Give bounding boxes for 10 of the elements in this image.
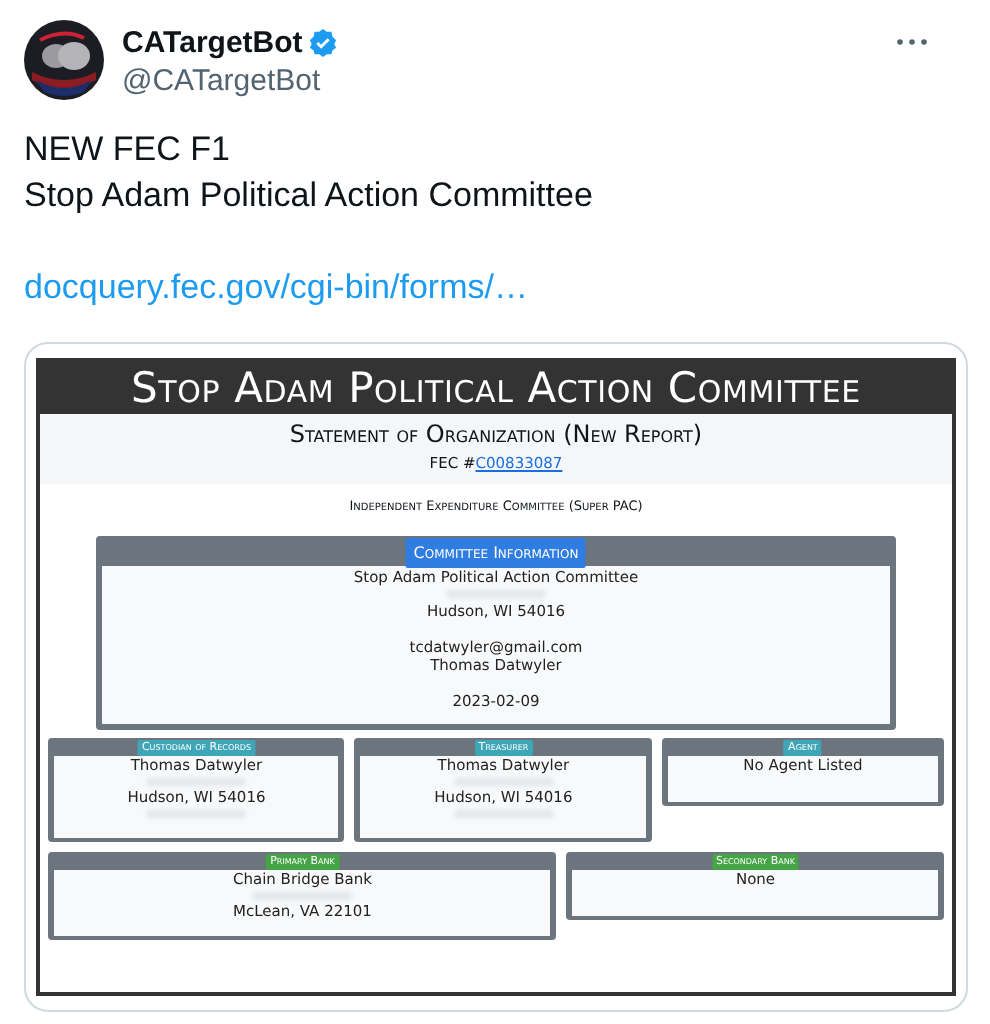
author-name[interactable]: CATargetBot [122,26,303,60]
tweet-text: NEW FEC F1 [24,128,232,172]
document-title: Stop Adam Political Action Committee [40,362,952,414]
attached-image[interactable] [24,342,968,1012]
tweet-text: Stop Adam Political Action Committee [24,174,595,218]
author-handle[interactable]: @CATargetBot [122,64,339,98]
more-icon[interactable] [894,36,930,48]
document-subtitle: Statement of Organization (New Report) [289,418,703,450]
avatar[interactable] [24,20,104,100]
panel-label: Committee Information [405,538,587,568]
